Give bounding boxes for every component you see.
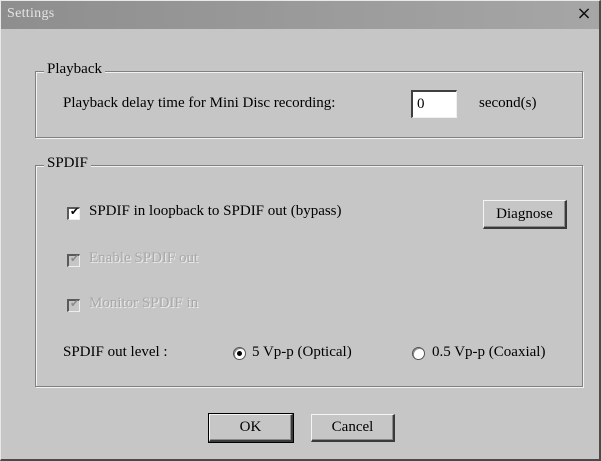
close-icon[interactable]: ×	[573, 3, 595, 25]
radio-selected-dot	[237, 351, 242, 356]
diagnose-button[interactable]: Diagnose	[483, 200, 567, 229]
loopback-checkbox[interactable]: ✔	[67, 205, 80, 220]
window-title: Settings	[7, 6, 55, 21]
level-coaxial-label[interactable]: 0.5 Vp-p (Coaxial)	[432, 344, 545, 361]
playback-delay-label: Playback delay time for Mini Disc record…	[63, 95, 336, 111]
title-bar[interactable]: Settings ×	[1, 1, 599, 29]
enable-spdif-out-label[interactable]: Enable SPDIF out	[89, 250, 198, 267]
delay-unit-label: second(s)	[479, 95, 537, 111]
loopback-label[interactable]: SPDIF in loopback to SPDIF out (bypass)	[89, 203, 342, 220]
monitor-spdif-in-label[interactable]: Monitor SPDIF in	[89, 295, 198, 312]
level-optical-radio[interactable]	[233, 347, 246, 360]
playback-group-label: Playback	[44, 61, 105, 78]
check-icon: ✔	[70, 252, 80, 265]
cancel-button[interactable]: Cancel	[311, 414, 395, 442]
enable-spdif-out-checkbox[interactable]: ✔	[67, 252, 80, 267]
monitor-spdif-in-checkbox[interactable]: ✔	[67, 297, 80, 312]
check-icon: ✔	[70, 297, 80, 310]
ok-button[interactable]: OK	[208, 413, 294, 443]
spdif-out-level-label: SPDIF out level :	[63, 344, 168, 360]
spdif-group-label: SPDIF	[44, 155, 91, 172]
settings-dialog: Settings × Playback Playback delay time …	[0, 0, 601, 461]
level-coaxial-radio[interactable]	[412, 347, 425, 360]
check-icon: ✔	[70, 205, 80, 218]
playback-delay-input[interactable]	[411, 90, 457, 118]
level-optical-label[interactable]: 5 Vp-p (Optical)	[252, 344, 352, 361]
